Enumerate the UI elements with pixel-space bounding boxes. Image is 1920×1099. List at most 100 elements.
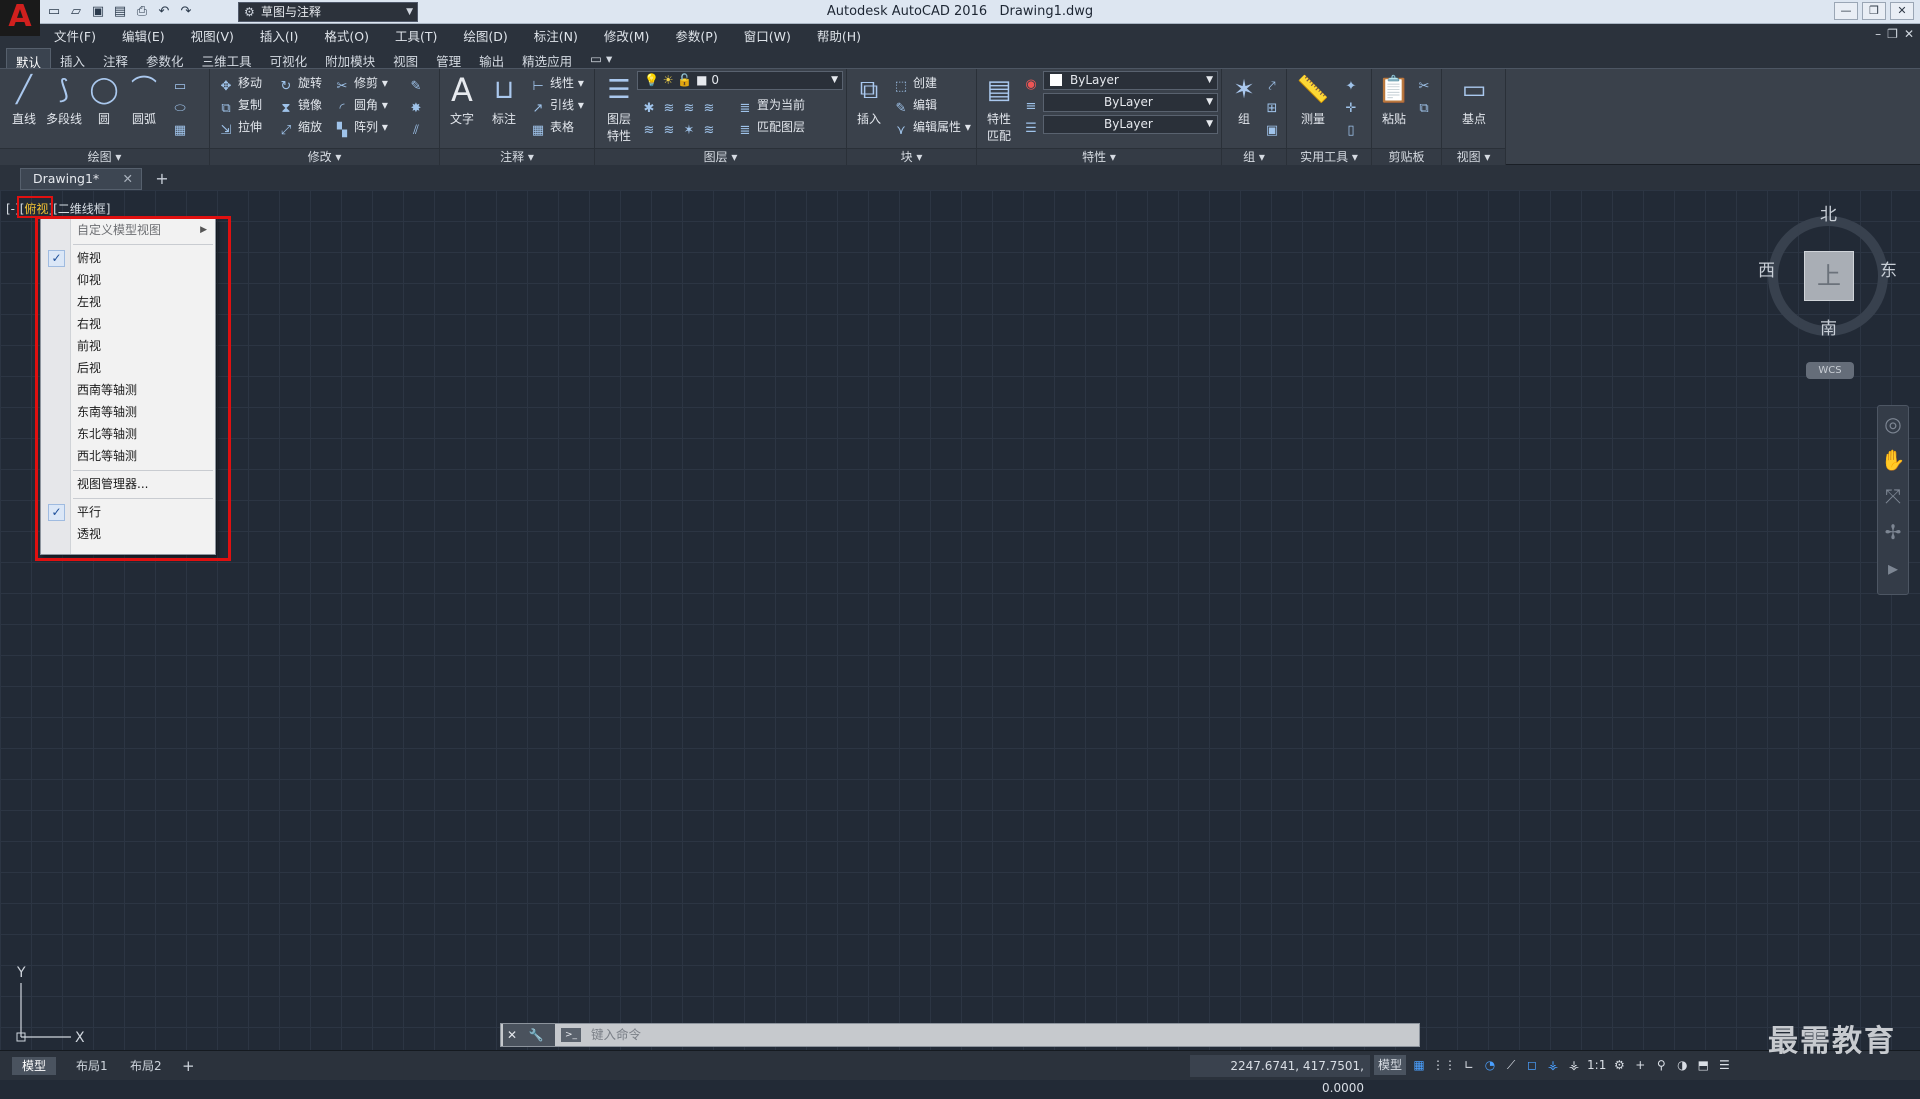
steering-wheel-icon[interactable]: ◎ (1878, 406, 1908, 442)
rectangle-tool[interactable]: ▭ (172, 73, 192, 94)
menu-item-6[interactable]: 绘图(D) (463, 26, 507, 45)
menu-item-4[interactable]: 格式(O) (324, 26, 369, 45)
layer-properties-tool[interactable]: ☰ 图层 特性 (597, 73, 641, 144)
explode-tool[interactable]: ✸ (408, 95, 428, 116)
dimension-tool[interactable]: ⊔ 标注 (482, 73, 526, 127)
wcs-menu[interactable]: WCS (1806, 362, 1854, 379)
scale-tool[interactable]: ⤢ 缩放 (278, 117, 322, 138)
layout-tab-2[interactable]: 布局2 (120, 1057, 172, 1075)
circle-tool[interactable]: ◯ 圆 (82, 73, 126, 127)
hatch-tool[interactable]: ⬭ (172, 95, 192, 116)
new-tab-button[interactable]: + (152, 170, 172, 188)
erase-tool[interactable]: ✎ (408, 73, 428, 94)
minimize-button[interactable]: — (1834, 2, 1858, 20)
boundary-tool[interactable]: ▦ (172, 117, 192, 138)
ungroup-tool[interactable]: ⤤ (1264, 73, 1284, 94)
text-tool[interactable]: A 文字 (440, 73, 484, 127)
table-tool[interactable]: ▦ 表格 (530, 117, 574, 138)
osnap-icon[interactable]: ◻ (1524, 1055, 1540, 1075)
auto-scale-icon[interactable]: ⚶ (1566, 1055, 1582, 1075)
visual-style-control[interactable]: 二维线框 (58, 202, 106, 216)
compass-south[interactable]: 南 (1820, 314, 1837, 339)
stretch-tool[interactable]: ⇲ 拉伸 (218, 117, 262, 138)
ribbon-tab-3[interactable]: 参数化 (137, 48, 193, 69)
viewcube-top-face[interactable]: 上 (1804, 251, 1854, 301)
menu-item-8[interactable]: 修改(M) (604, 26, 650, 45)
color-picker-icon[interactable]: ◉ (1023, 71, 1043, 92)
tab-drawing1[interactable]: Drawing1* ✕ (20, 168, 142, 190)
grid-icon[interactable]: ▦ (1411, 1055, 1427, 1075)
customize-icon[interactable]: ☰ (1716, 1055, 1732, 1075)
menu-item-9[interactable]: 参数(P) (675, 26, 717, 45)
close-icon[interactable]: ✕ (507, 1028, 517, 1042)
modify-panel-title[interactable]: 修改 ▾ (210, 148, 439, 165)
color-dropdown[interactable]: ByLayer ▼ (1043, 71, 1218, 90)
orbit-icon[interactable]: ✢ (1878, 514, 1908, 550)
utilities-panel-title[interactable]: 实用工具 ▾ (1287, 148, 1371, 165)
isolate-icon[interactable]: ⚲ (1653, 1055, 1669, 1075)
workspace-gear-icon[interactable]: ⚙ (1611, 1055, 1627, 1075)
compass-north[interactable]: 北 (1820, 200, 1837, 225)
menu-item-0[interactable]: 文件(F) (54, 26, 96, 45)
rotate-tool[interactable]: ↻ 旋转 (278, 73, 322, 94)
group-select-tool[interactable]: ▣ (1264, 117, 1284, 138)
ribbon-tab-8[interactable]: 管理 (427, 48, 470, 69)
layout-tab-0[interactable]: 模型 (12, 1057, 57, 1075)
line-tool[interactable]: ╱ 直线 (2, 73, 46, 127)
menu-item-2[interactable]: 视图(V) (191, 26, 234, 45)
group-edit-tool[interactable]: ⊞ (1264, 95, 1284, 116)
isodraft-icon[interactable]: ⟋ (1503, 1055, 1519, 1075)
block-panel-title[interactable]: 块 ▾ (847, 148, 976, 165)
mirror-tool[interactable]: ⧗ 镜像 (278, 95, 322, 116)
drawing-area[interactable]: [-][俯视][二维线框] 自定义模型视图 ▶ ✓ 俯视 仰视 左视 右视 前视 后视 西南等轴测… (0, 190, 1920, 1050)
array-tool[interactable]: ▚ 阵列 ▾ (334, 117, 388, 138)
annotation-scale[interactable]: 1:1 (1587, 1055, 1606, 1075)
move-tool[interactable]: ✥ 移动 (218, 73, 262, 94)
command-prompt-icon[interactable]: >_ (561, 1028, 581, 1042)
zoom-icon[interactable]: ⤧ (1878, 478, 1908, 514)
properties-panel-title[interactable]: 特性 ▾ (977, 148, 1221, 165)
measure-tool[interactable]: 📏 测量 (1291, 73, 1335, 127)
ribbon-tab-10[interactable]: 精选应用 (513, 48, 581, 69)
linetype-dropdown[interactable]: ByLayer ▼ (1043, 93, 1218, 112)
coordinates-readout[interactable]: 2247.6741, 417.7501, 0.0000 (1190, 1055, 1370, 1095)
arc-tool[interactable]: ⌒ 圆弧 (122, 73, 166, 127)
ribbon-tab-9[interactable]: 输出 (470, 48, 513, 69)
cut-tool[interactable]: ✂ (1416, 73, 1436, 94)
copy-tool[interactable]: ⧉ 复制 (218, 95, 262, 116)
menu-item-3[interactable]: 插入(I) (260, 26, 298, 45)
insert-block-tool[interactable]: ⧉ 插入 (847, 73, 891, 127)
snap-icon[interactable]: ⋮⋮ (1432, 1055, 1456, 1075)
create-block-tool[interactable]: ⬚ 创建 (893, 73, 937, 94)
annotation-visibility-icon[interactable]: ⚶ (1545, 1055, 1561, 1075)
layers-panel-title[interactable]: 图层 ▾ (595, 148, 846, 165)
ribbon-options-icon[interactable]: ▭ ▾ (581, 48, 621, 68)
menu-item-10[interactable]: 窗口(W) (744, 26, 791, 45)
ribbon-tab-4[interactable]: 三维工具 (193, 48, 261, 69)
doc-restore-button[interactable]: ❐ (1887, 27, 1898, 41)
close-button[interactable]: ✕ (1890, 2, 1914, 20)
match-layer-tool[interactable]: ≣ 匹配图层 (737, 117, 805, 138)
fillet-tool[interactable]: ◜ 圆角 ▾ (334, 95, 387, 116)
menu-item-7[interactable]: 标注(N) (534, 26, 578, 45)
ribbon-tab-1[interactable]: 插入 (51, 48, 94, 69)
model-space-button[interactable]: 模型 (1374, 1055, 1407, 1075)
base-point-tool[interactable]: ▭ 基点 (1452, 73, 1496, 127)
polar-icon[interactable]: ◔ (1482, 1055, 1498, 1075)
showmotion-icon[interactable]: ▸ (1878, 550, 1908, 586)
groups-panel-title[interactable]: 组 ▾ (1222, 148, 1286, 165)
layer-tools-row2[interactable]: ≋ ≋ ✶ ≋ (641, 117, 721, 138)
offset-tool[interactable]: ⫽ (408, 117, 428, 138)
viewcube[interactable]: 上 北 南 东 西 (1758, 205, 1897, 339)
command-input[interactable]: >_ 键入命令 (557, 1024, 641, 1046)
leader-tool[interactable]: ↗ 引线 ▾ (530, 95, 584, 116)
trim-tool[interactable]: ✂ 修剪 ▾ (334, 73, 388, 94)
plus-icon[interactable]: + (1632, 1055, 1648, 1075)
copy-clip-tool[interactable]: ⧉ (1416, 95, 1436, 116)
layer-tools-row1[interactable]: ✱ ≋ ≋ ≋ (641, 95, 721, 116)
view-panel-title[interactable]: 视图 ▾ (1442, 148, 1505, 165)
quick-calc-tool[interactable]: ✦ (1343, 73, 1363, 94)
compass-west[interactable]: 西 (1758, 256, 1775, 281)
ribbon-tab-2[interactable]: 注释 (94, 48, 137, 69)
layer-dropdown[interactable]: 💡 ☀ 🔓 ■ 0 ▼ (637, 71, 843, 90)
